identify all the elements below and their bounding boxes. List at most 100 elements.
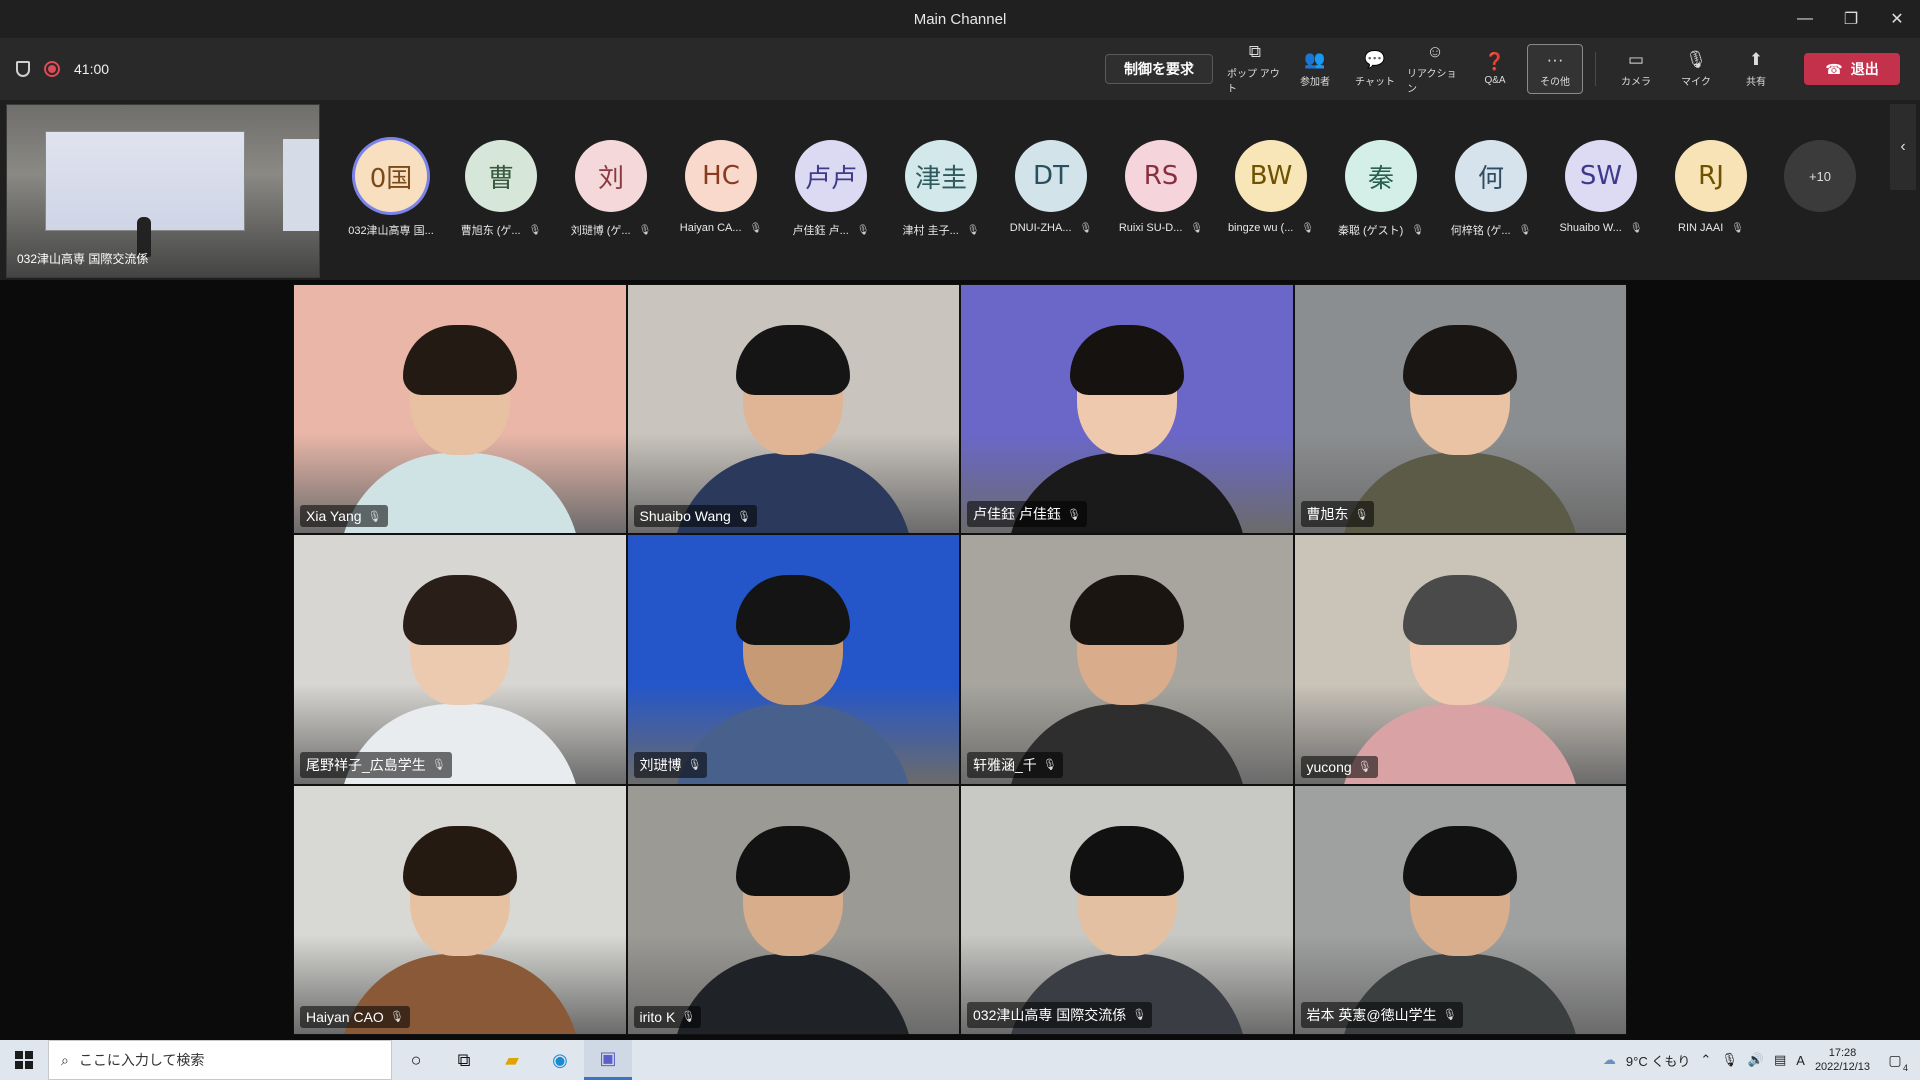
toolbar-button-share[interactable]: ⬆ 共有	[1728, 44, 1784, 94]
leave-button[interactable]: ☎ 退出	[1804, 53, 1900, 85]
weather-text[interactable]: 9°C くもり	[1626, 1051, 1690, 1070]
avatar-initials: 刘	[575, 140, 647, 212]
meeting-toolbar: 41:00 制御を要求 ⧉ ポップ アウト 👥 参加者 💬 チャット ☺ リアクション ❓ Q&A…	[0, 38, 1920, 100]
participant-strip: 032津山高専 国際交流係 0国 032津山高専 国... 曹曹旭东 (ゲ... 🎙 刘…	[0, 100, 1920, 280]
participant-avatar[interactable]: 0国 032津山高専 国...	[336, 140, 446, 238]
participant-avatar[interactable]: SW Shuaibo W... 🎙	[1546, 140, 1656, 238]
cortana-icon[interactable]: ○	[392, 1040, 440, 1080]
taskbar-clock[interactable]: 17:28 2022/12/13	[1815, 1046, 1870, 1074]
start-button[interactable]	[0, 1040, 48, 1080]
avatar-name-row: 032津山高専 国...	[348, 222, 434, 238]
tray-chevron-icon[interactable]: ⌃	[1700, 1052, 1711, 1068]
avatar-initials: 津圭	[905, 140, 977, 212]
video-tile[interactable]: yucong 🎙	[1293, 534, 1627, 785]
toolbar-button-camera-off[interactable]: ▭ カメラ	[1608, 44, 1664, 94]
avatar-name-row: 刘琎博 (ゲ... 🎙	[571, 222, 652, 238]
avatar-name-row: bingze wu (... 🎙	[1228, 222, 1314, 234]
edge-icon[interactable]: ◉	[536, 1040, 584, 1080]
participant-avatar[interactable]: 曹曹旭东 (ゲ... 🎙	[446, 140, 556, 238]
video-tile[interactable]: Xia Yang 🎙	[293, 284, 627, 535]
windows-logo-icon	[15, 1051, 33, 1069]
request-control-button[interactable]: 制御を要求	[1105, 54, 1213, 84]
volume-icon[interactable]: 🔊	[1748, 1052, 1764, 1068]
task-view-icon[interactable]: ⧉	[440, 1040, 488, 1080]
video-tile[interactable]: Shuaibo Wang 🎙	[626, 284, 960, 535]
network-icon[interactable]: ▤	[1774, 1052, 1786, 1068]
participant-hair	[1069, 825, 1184, 896]
participant-avatar[interactable]: 卢卢 卢佳鈺 卢... 🎙	[776, 140, 886, 238]
participant-avatar[interactable]: BW bingze wu (... 🎙	[1216, 140, 1326, 238]
participant-hair	[736, 575, 851, 646]
minimize-icon[interactable]: —	[1782, 0, 1828, 38]
reaction-icon: ☺	[1426, 42, 1444, 61]
video-tile[interactable]: 刘琎博 🎙	[626, 534, 960, 785]
system-tray: ☁ 9°C くもり ⌃ 🎙 🔊 ▤ A 17:28 2022/12/13 ▢ 4	[1603, 1040, 1920, 1080]
video-tile[interactable]: 卢佳鈺 卢佳鈺 🎙	[960, 284, 1294, 535]
participant-avatar[interactable]: 刘刘琎博 (ゲ... 🎙	[556, 140, 666, 238]
video-tile[interactable]: 曹旭东 🎙	[1293, 284, 1627, 535]
mic-off-icon: 🎙	[1066, 508, 1081, 521]
avatar-name: 曹旭东 (ゲ...	[460, 225, 521, 237]
teams-icon[interactable]: ▣	[584, 1040, 632, 1080]
video-tile-label: 刘琎博 🎙	[633, 751, 708, 778]
participant-body	[1340, 453, 1581, 534]
participant-avatar[interactable]: HC Haiyan CA... 🎙	[666, 140, 776, 238]
mic-off-icon: 🎙	[528, 224, 542, 236]
mic-off-icon: 🎙	[687, 759, 702, 772]
mic-off-icon: 🎙	[1301, 222, 1315, 234]
chevron-left-icon[interactable]: ‹	[1890, 104, 1916, 190]
participant-avatar[interactable]: 津圭 津村 圭子... 🎙	[886, 140, 996, 238]
file-explorer-icon[interactable]: ▰	[488, 1040, 536, 1080]
video-tile[interactable]: 032津山高専 国際交流係 🎙	[960, 784, 1294, 1035]
toolbar-button-reaction[interactable]: ☺ リアクション	[1407, 42, 1463, 96]
taskbar-search-box[interactable]: ⌕ ここに入力して検索	[48, 1040, 392, 1080]
participant-avatar[interactable]: 何何梓铭 (ゲ... 🎙	[1436, 140, 1546, 238]
ime-icon[interactable]: A	[1796, 1053, 1805, 1068]
toolbar-button-mic-off[interactable]: 🎙 マイク	[1668, 44, 1724, 94]
mic-off-icon: 🎙	[749, 222, 763, 234]
mic-tray-icon[interactable]: 🎙	[1721, 1052, 1738, 1068]
video-tile-label: 岩本 英憲@徳山学生 🎙	[1300, 1001, 1463, 1028]
notification-icon[interactable]: ▢ 4	[1880, 1045, 1910, 1075]
search-placeholder: ここに入力して検索	[78, 1052, 205, 1068]
avatar-name-row: DNUI-ZHA... 🎙	[1010, 222, 1092, 234]
avatar-name: 032津山高専 国...	[348, 225, 434, 237]
video-tile[interactable]: 尾野祥子_広島学生 🎙	[293, 534, 627, 785]
avatar-initials: BW	[1235, 140, 1307, 212]
video-tile-label: yucong 🎙	[1300, 755, 1378, 778]
share-icon: ⬆	[1748, 49, 1764, 69]
video-tile[interactable]: Haiyan CAO 🎙	[293, 784, 627, 1035]
toolbar-button-label: カメラ	[1621, 76, 1651, 88]
video-tile-name: 刘琎博	[639, 756, 682, 773]
clock-date: 2022/12/13	[1814, 1061, 1870, 1073]
mic-off-icon: 🎙	[681, 1011, 696, 1024]
participant-avatar[interactable]: RJ RIN JAAI 🎙	[1656, 140, 1766, 238]
video-tile[interactable]: 岩本 英憲@徳山学生 🎙	[1293, 784, 1627, 1035]
avatar-initials: RS	[1125, 140, 1197, 212]
toolbar-button-qa[interactable]: ❓ Q&A	[1467, 44, 1523, 94]
participant-hair	[1403, 575, 1518, 646]
video-tile[interactable]: irito K 🎙	[626, 784, 960, 1035]
more-participants-button[interactable]: +10	[1784, 140, 1856, 212]
participant-avatar[interactable]: 秦秦聪 (ゲスト) 🎙	[1326, 140, 1436, 238]
restore-icon[interactable]: ❐	[1828, 0, 1874, 38]
toolbar-button-popout[interactable]: ⧉ ポップ アウト	[1227, 43, 1283, 96]
participant-avatar[interactable]: RS Ruixi SU-D... 🎙	[1106, 140, 1216, 238]
participant-body	[673, 953, 914, 1034]
mic-off-icon: 🎙	[1518, 224, 1532, 236]
toolbar-button-chat[interactable]: 💬 チャット	[1347, 44, 1403, 94]
participant-avatar[interactable]: DT DNUI-ZHA... 🎙	[996, 140, 1106, 238]
toolbar-button-more[interactable]: ··· その他	[1527, 44, 1583, 94]
avatar-name: Haiyan CA...	[679, 222, 742, 234]
toolbar-button-label: 共有	[1746, 76, 1766, 88]
avatar-initials: DT	[1015, 140, 1087, 212]
window-title: Main Channel	[913, 10, 1007, 28]
close-icon[interactable]: ✕	[1874, 0, 1920, 38]
toolbar-button-people[interactable]: 👥 参加者	[1287, 44, 1343, 94]
avatar-name: 秦聪 (ゲスト)	[1337, 225, 1404, 237]
avatar-name: Shuaibo W...	[1559, 222, 1622, 234]
video-tile[interactable]: 轩雅涵_千 🎙	[960, 534, 1294, 785]
phone-hangup-icon: ☎	[1825, 60, 1843, 77]
mic-off-icon: 🎙	[431, 759, 446, 772]
stage-video[interactable]: 032津山高専 国際交流係	[6, 104, 320, 278]
